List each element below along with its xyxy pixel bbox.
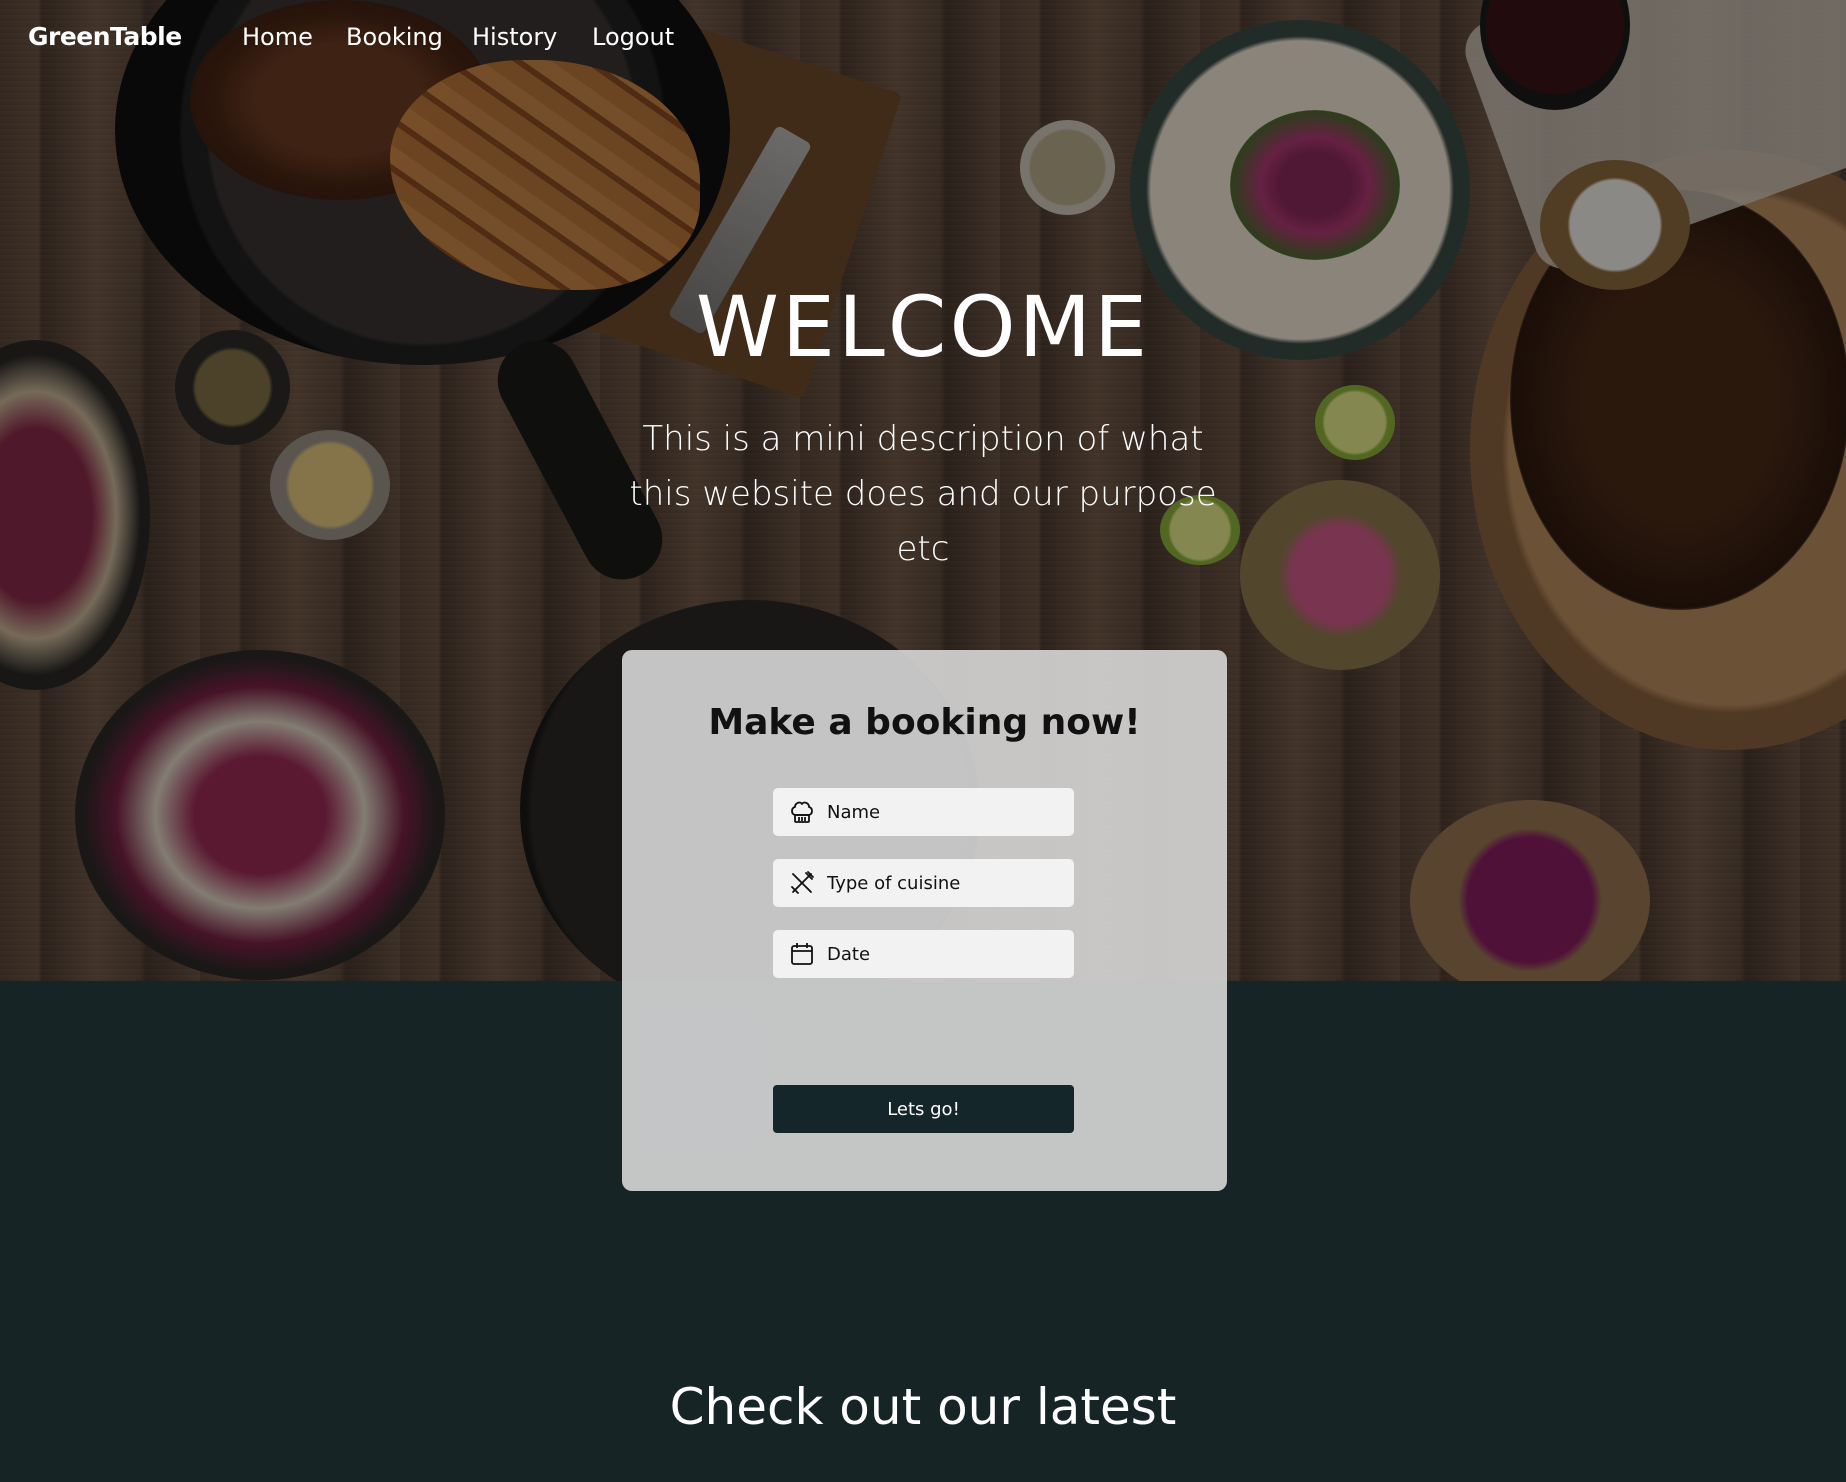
date-field[interactable]: [773, 930, 1074, 978]
nav-link-logout[interactable]: Logout: [592, 23, 674, 51]
top-nav: GreenTable Home Booking History Logout: [0, 0, 1846, 80]
latest-section-title: Check out our latest: [669, 1378, 1177, 1436]
chef-hat-icon: [787, 797, 817, 827]
nav-link-home[interactable]: Home: [242, 23, 313, 51]
lets-go-button[interactable]: Lets go!: [773, 1085, 1074, 1133]
hero-description: This is a mini description of what this …: [629, 419, 1217, 569]
date-input[interactable]: [827, 943, 1067, 965]
hero-title: WELCOME: [695, 278, 1151, 376]
name-field[interactable]: [773, 788, 1074, 836]
name-input[interactable]: [827, 801, 1067, 823]
nav-link-history[interactable]: History: [472, 23, 557, 51]
calendar-icon: [787, 939, 817, 969]
cuisine-input[interactable]: [827, 872, 1067, 894]
booking-title: Make a booking now!: [708, 702, 1141, 743]
brand-logo[interactable]: GreenTable: [28, 22, 182, 51]
booking-card: Make a booking now! Name Type of cuisine…: [622, 650, 1227, 1191]
cuisine-field[interactable]: [773, 859, 1074, 907]
nav-link-booking[interactable]: Booking: [346, 23, 443, 51]
fork-knife-icon: [787, 868, 817, 898]
